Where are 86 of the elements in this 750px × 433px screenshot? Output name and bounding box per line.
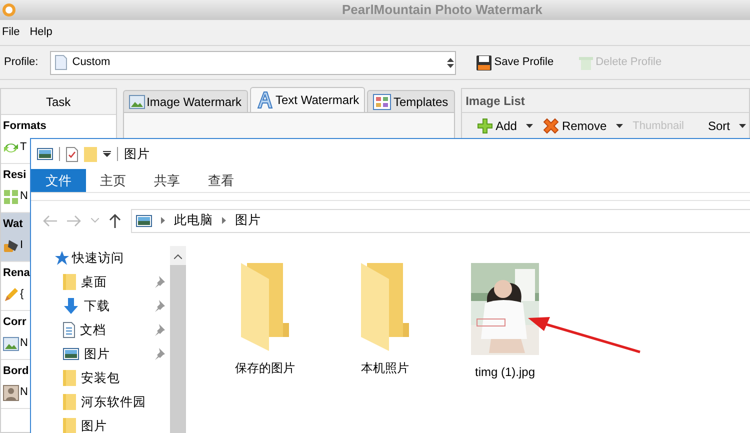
pictures-icon — [37, 148, 53, 160]
profile-label: Profile: — [4, 55, 38, 70]
folder-icon — [63, 370, 76, 386]
watermark-tab[interactable]: Templates — [367, 90, 455, 112]
forward-icon[interactable] — [67, 214, 81, 226]
stamp-icon — [3, 238, 19, 254]
ribbon-tab[interactable]: 共享 — [140, 169, 194, 192]
ribbon-tab[interactable]: 主页 — [86, 169, 140, 192]
file-name[interactable]: timg (1).jpg — [474, 363, 536, 381]
caret-icon — [739, 124, 746, 128]
pictures-icon — [136, 214, 152, 226]
chevron-right-icon — [161, 217, 165, 224]
image-icon — [3, 336, 19, 350]
toolbar-button[interactable]: Sort — [704, 116, 749, 136]
caret-icon — [616, 124, 623, 128]
section-title[interactable]: Wat — [3, 216, 23, 232]
folder-icon — [361, 263, 409, 351]
breadcrumb-item[interactable]: 此电脑 — [174, 211, 213, 230]
nav-item[interactable]: 桌面 — [31, 270, 170, 294]
nav-item[interactable]: 文档 — [31, 318, 170, 342]
task-item[interactable]: T — [20, 139, 27, 156]
pencil-icon — [3, 286, 19, 302]
chevron-down-icon[interactable] — [91, 218, 99, 223]
folder-icon — [63, 394, 76, 410]
window-title: PearlMountain Photo Watermark — [342, 1, 542, 20]
scrollbar[interactable] — [170, 246, 186, 433]
file-name[interactable]: 保存的图片 — [235, 359, 295, 377]
watermark-tab[interactable]: Text Watermark — [250, 87, 366, 112]
nav-item[interactable]: 图片 — [31, 414, 170, 433]
letter-icon — [256, 91, 274, 109]
image-icon — [128, 94, 145, 108]
panel-header: Task — [1, 89, 116, 115]
folder-icon — [84, 146, 97, 162]
folder-icon — [63, 418, 76, 433]
dropdown-icon — [103, 151, 111, 157]
task-item[interactable]: N — [20, 188, 28, 205]
section-title[interactable]: Formats — [3, 118, 46, 134]
cross-icon — [542, 118, 559, 134]
address-bar[interactable]: 此电脑 图片 — [131, 208, 750, 232]
tiles-icon — [373, 94, 392, 110]
chevron-right-icon — [222, 217, 226, 224]
watermark-tab[interactable]: Image Watermark — [122, 90, 248, 112]
section-title[interactable]: Bord — [3, 363, 29, 379]
back-icon[interactable] — [43, 214, 57, 226]
window-title: 图片 — [124, 146, 150, 163]
nav-item[interactable]: 河东软件园 — [31, 390, 170, 414]
app-logo-icon — [2, 3, 16, 17]
toolbar-button[interactable]: Remove — [540, 116, 626, 136]
section-title[interactable]: Corr — [3, 314, 26, 330]
section-title[interactable]: Resi — [3, 167, 26, 183]
file-name[interactable]: 本机照片 — [361, 359, 409, 377]
ribbon-tab[interactable]: 文件 — [31, 169, 86, 192]
plus-icon — [476, 118, 493, 134]
arrows-icon — [3, 140, 19, 154]
profile-dropdown[interactable]: Custom — [50, 50, 456, 74]
up-icon[interactable] — [109, 214, 121, 228]
document-icon — [63, 322, 75, 338]
toolbar-button[interactable]: Add — [474, 116, 536, 136]
task-item[interactable]: { — [20, 286, 24, 303]
profile-button[interactable]: Save Profile — [472, 52, 558, 73]
nav-item[interactable]: 安装包 — [31, 366, 170, 390]
section-title[interactable]: Rena — [3, 265, 30, 281]
checklist-icon — [66, 146, 78, 162]
task-item[interactable]: I — [20, 237, 24, 254]
menu-item[interactable]: File — [2, 24, 20, 41]
folder-icon — [241, 263, 289, 351]
breadcrumb-item[interactable]: 图片 — [235, 211, 261, 230]
task-item[interactable]: N — [20, 384, 28, 401]
nav-item[interactable]: 图片 — [31, 342, 170, 366]
nav-item[interactable]: 下载 — [31, 294, 170, 318]
menu-item[interactable]: Help — [30, 24, 52, 41]
spin-arrows-icon — [446, 56, 456, 68]
scroll-up-icon[interactable] — [174, 254, 182, 259]
document-icon — [55, 55, 68, 70]
download-icon — [63, 298, 79, 314]
bin-icon — [578, 54, 594, 70]
task-item[interactable]: N — [20, 335, 28, 352]
folder-icon — [63, 274, 76, 290]
star-icon — [55, 251, 69, 265]
panel-header: Image List — [462, 89, 749, 113]
grid-icon — [3, 188, 19, 204]
ribbon-tab[interactable]: 查看 — [194, 169, 248, 192]
pictures-icon — [63, 348, 79, 360]
caret-icon — [526, 124, 533, 128]
quick-access-item[interactable]: 快速访问 — [31, 246, 170, 270]
person-icon — [3, 384, 19, 400]
